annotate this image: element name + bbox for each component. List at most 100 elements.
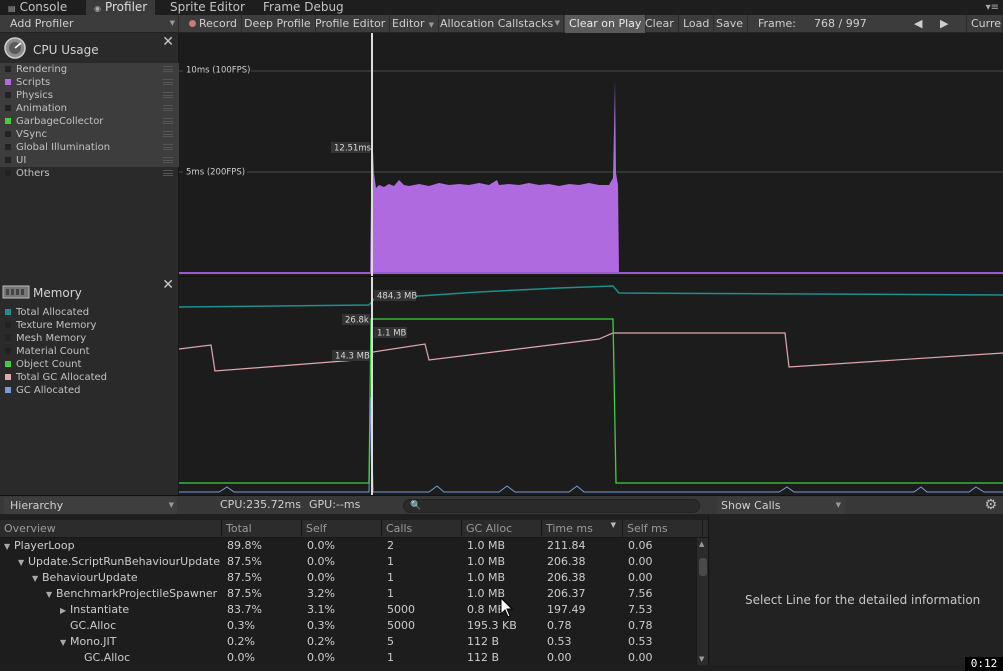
legend-item[interactable]: Mesh Memory <box>0 332 179 345</box>
column-time-ms[interactable]: Time ms ▼ <box>542 520 623 538</box>
drag-handle-icon[interactable] <box>163 92 173 98</box>
drag-handle-icon[interactable] <box>163 131 173 137</box>
tab-profiler[interactable]: ◉ Profiler <box>86 0 156 15</box>
legend-color-swatch[interactable] <box>5 92 11 98</box>
close-icon[interactable]: ✕ <box>162 277 174 293</box>
column-self-ms[interactable]: Self ms <box>623 520 703 538</box>
legend-color-swatch[interactable] <box>5 66 11 72</box>
legend-item[interactable]: Animation <box>0 102 179 115</box>
table-row[interactable]: ▼ PlayerLoop 89.8% 0.0% 2 1.0 MB 211.84 0.06 <box>0 538 696 554</box>
row-gc: 1.0 MB <box>467 539 506 552</box>
table-scrollbar[interactable]: ▲ ▼ <box>696 538 708 665</box>
column-calls[interactable]: Calls <box>382 520 462 538</box>
save-button[interactable]: Save <box>712 15 749 33</box>
legend-item[interactable]: Object Count <box>0 358 179 371</box>
clear-button[interactable]: Clear <box>641 15 679 33</box>
legend-item[interactable]: Texture Memory <box>0 319 179 332</box>
legend-color-swatch[interactable] <box>5 170 11 176</box>
legend-item[interactable]: VSync <box>0 128 179 141</box>
legend-color-swatch[interactable] <box>5 374 11 380</box>
legend-item[interactable]: Global Illumination <box>0 141 179 154</box>
column-overview[interactable]: Overview <box>0 520 222 538</box>
add-profiler-label: Add Profiler <box>10 17 74 30</box>
deep-profile-button[interactable]: Deep Profile <box>240 15 316 33</box>
cpu-usage-graph[interactable]: 10ms (100FPS) 5ms (200FPS) 12.51ms <box>179 33 1003 276</box>
column-total[interactable]: Total <box>222 520 302 538</box>
row-self: 3.2% <box>307 587 335 600</box>
gear-icon[interactable]: ⚙ <box>984 497 997 513</box>
legend-color-swatch[interactable] <box>5 144 11 150</box>
row-calls: 5 <box>387 635 394 648</box>
legend-item[interactable]: Scripts <box>0 76 179 89</box>
column-gc-alloc[interactable]: GC Alloc <box>462 520 542 538</box>
add-profiler-dropdown[interactable]: Add Profiler ▼ <box>0 15 179 33</box>
record-button[interactable]: Record <box>185 15 243 33</box>
legend-color-swatch[interactable] <box>5 348 11 354</box>
expand-down-icon[interactable]: ▼ <box>18 555 28 571</box>
legend-item[interactable]: Physics <box>0 89 179 102</box>
legend-item[interactable]: GC Allocated <box>0 384 179 397</box>
drag-handle-icon[interactable] <box>163 79 173 85</box>
drag-handle-icon[interactable] <box>163 66 173 72</box>
next-frame-button[interactable]: ▶ <box>936 15 952 33</box>
load-button[interactable]: Load <box>679 15 715 33</box>
expand-right-icon[interactable]: ▶ <box>60 603 70 619</box>
editor-target-dropdown[interactable]: Editor ▼ <box>388 15 439 33</box>
table-row[interactable]: GC.Alloc 0.3% 0.3% 5000 195.3 KB 0.78 0.78 <box>0 618 696 634</box>
legend-item[interactable]: Total GC Allocated <box>0 371 179 384</box>
view-mode-dropdown[interactable]: Hierarchy ▼ <box>4 497 177 514</box>
legend-color-swatch[interactable] <box>5 335 11 341</box>
drag-handle-icon[interactable] <box>163 157 173 163</box>
table-row[interactable]: ▶ Instantiate 83.7% 3.1% 5000 0.8 MB 197.49 7.5… <box>0 602 696 618</box>
column-self[interactable]: Self <box>302 520 382 538</box>
expand-down-icon[interactable]: ▼ <box>46 587 56 603</box>
scroll-up-icon[interactable]: ▲ <box>699 540 704 548</box>
legend-item[interactable]: UI <box>0 154 179 167</box>
legend-item[interactable]: GarbageCollector <box>0 115 179 128</box>
table-row[interactable]: ▼ BenchmarkProjectileSpawner 87.5% 3.2% 1 1.0… <box>0 586 696 602</box>
row-selfms: 0.00 <box>628 555 653 568</box>
row-name: BehaviourUpdate <box>42 571 138 584</box>
tab-console[interactable]: ▤ Console <box>0 0 75 15</box>
expand-down-icon[interactable]: ▼ <box>60 635 70 651</box>
expand-down-icon[interactable]: ▼ <box>4 539 14 555</box>
legend-item[interactable]: Others <box>0 167 179 180</box>
tab-menu-icon[interactable]: ▾≡ <box>986 2 999 13</box>
table-row[interactable]: ▼ Update.ScriptRunBehaviourUpdate 87.5% 0.0… <box>0 554 696 570</box>
legend-color-swatch[interactable] <box>5 322 11 328</box>
legend-color-swatch[interactable] <box>5 361 11 367</box>
close-icon[interactable]: ✕ <box>162 34 174 50</box>
legend-color-swatch[interactable] <box>5 131 11 137</box>
memory-graph[interactable]: 484.3 MB 26.8k 1.1 MB 14.3 MB <box>178 276 1003 496</box>
legend-item[interactable]: Total Allocated <box>0 306 179 319</box>
legend-color-swatch[interactable] <box>5 105 11 111</box>
tab-sprite-editor[interactable]: Sprite Editor <box>162 0 253 15</box>
drag-handle-icon[interactable] <box>163 118 173 124</box>
clear-on-play-toggle[interactable]: Clear on Play <box>565 15 647 33</box>
previous-frame-button[interactable]: ◀ <box>910 15 926 33</box>
row-total: 0.0% <box>227 651 255 664</box>
allocation-callstacks-dropdown[interactable]: Allocation Callstacks ▼ <box>436 15 564 33</box>
legend-color-swatch[interactable] <box>5 309 11 315</box>
profile-editor-button[interactable]: Profile Editor <box>311 15 391 33</box>
drag-handle-icon[interactable] <box>163 144 173 150</box>
legend-color-swatch[interactable] <box>5 157 11 163</box>
tab-frame-debug[interactable]: Frame Debug <box>255 0 352 15</box>
table-row[interactable]: ▼ Mono.JIT 0.2% 0.2% 5 112 B 0.53 0.53 <box>0 634 696 650</box>
legend-item[interactable]: Rendering <box>0 63 179 76</box>
legend-color-swatch[interactable] <box>5 118 11 124</box>
search-input[interactable]: 🔍 <box>403 499 700 513</box>
scrollbar-thumb[interactable] <box>699 558 707 576</box>
table-row[interactable]: ▼ BehaviourUpdate 87.5% 0.0% 1 1.0 MB 206.38 0.… <box>0 570 696 586</box>
label-5ms: 5ms (200FPS) <box>186 168 245 178</box>
drag-handle-icon[interactable] <box>163 170 173 176</box>
legend-color-swatch[interactable] <box>5 387 11 393</box>
show-calls-dropdown[interactable]: Show Calls ▼ <box>717 497 845 514</box>
scroll-down-icon[interactable]: ▼ <box>699 655 704 663</box>
legend-color-swatch[interactable] <box>5 79 11 85</box>
drag-handle-icon[interactable] <box>163 105 173 111</box>
expand-down-icon[interactable]: ▼ <box>32 571 42 587</box>
legend-item[interactable]: Material Count <box>0 345 179 358</box>
table-row[interactable]: GC.Alloc 0.0% 0.0% 1 112 B 0.00 0.00 <box>0 650 696 665</box>
current-frame-button[interactable]: Current <box>966 15 1003 33</box>
